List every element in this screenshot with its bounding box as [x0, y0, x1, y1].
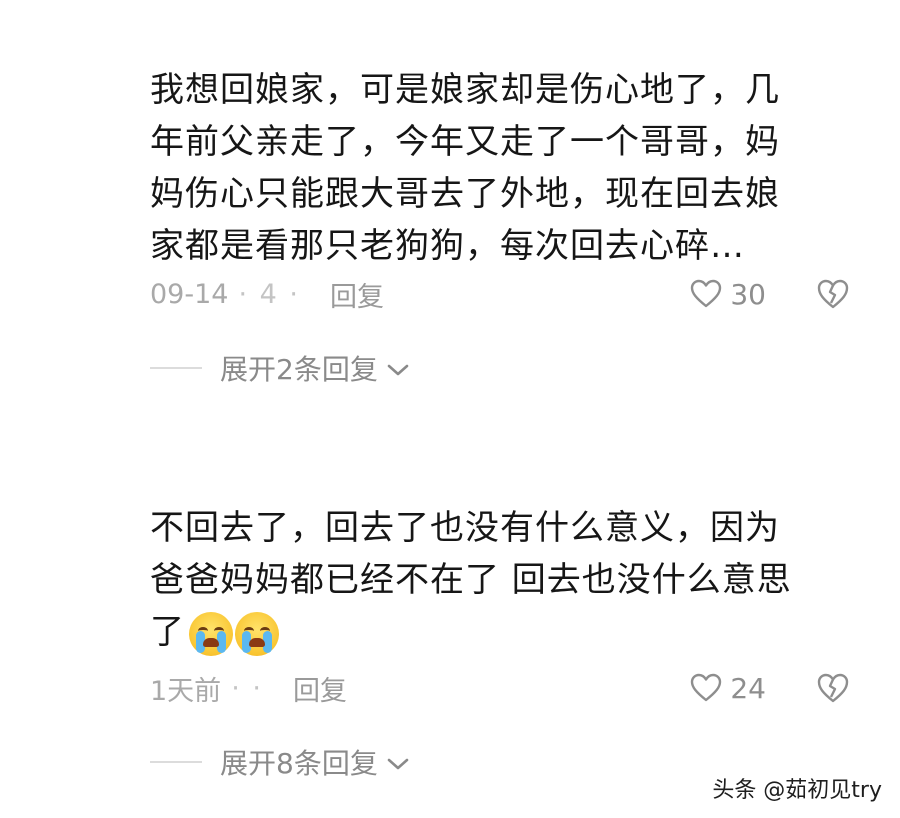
heart-icon: [690, 673, 722, 703]
reply-button[interactable]: 回复: [330, 275, 384, 314]
comment-time: 09-14: [150, 278, 229, 310]
expand-replies-button[interactable]: 展开2条回复: [150, 348, 410, 388]
comment-text: 我想回娘家，可是娘家却是伤心地了，几 年前父亲走了，今年又走了一个哥哥，妈 妈伤…: [150, 70, 780, 266]
reply-button[interactable]: 回复: [293, 669, 347, 708]
comment-1-meta: 09-14 · 4 · 回复 30: [150, 274, 850, 314]
broken-heart-icon[interactable]: [816, 672, 850, 704]
divider: [150, 367, 202, 369]
like-button[interactable]: 24: [690, 672, 766, 705]
comment-2-meta: 1天前 · · 回复 24: [150, 668, 850, 708]
comment-location-dots: · 4 ·: [238, 278, 300, 310]
watermark: 头条 @茹初见try: [712, 778, 882, 803]
expand-replies-label: 展开8条回复: [220, 747, 378, 780]
crying-face-icon: [235, 611, 279, 656]
comment-location-dots: · ·: [231, 672, 263, 704]
crying-face-icon: [189, 611, 233, 656]
like-count: 30: [730, 277, 766, 311]
like-button[interactable]: 30: [690, 278, 766, 311]
like-count: 24: [730, 671, 766, 705]
chevron-down-icon: [386, 746, 410, 779]
comment-1: 我想回娘家，可是娘家却是伤心地了，几 年前父亲走了，今年又走了一个哥哥，妈 妈伤…: [150, 64, 840, 272]
crying-emoji-group: [189, 611, 279, 656]
expand-replies-button[interactable]: 展开8条回复: [150, 742, 410, 782]
divider: [150, 761, 202, 763]
comment-2: 不回去了，回去了也没有什么意义，因为 爸爸妈妈都已经不在了 回去也没什么意思 了: [150, 502, 840, 658]
comment-time: 1天前: [150, 675, 222, 707]
heart-icon: [690, 279, 722, 309]
expand-replies-label: 展开2条回复: [220, 353, 378, 386]
broken-heart-icon[interactable]: [816, 278, 850, 310]
chevron-down-icon: [386, 352, 410, 385]
